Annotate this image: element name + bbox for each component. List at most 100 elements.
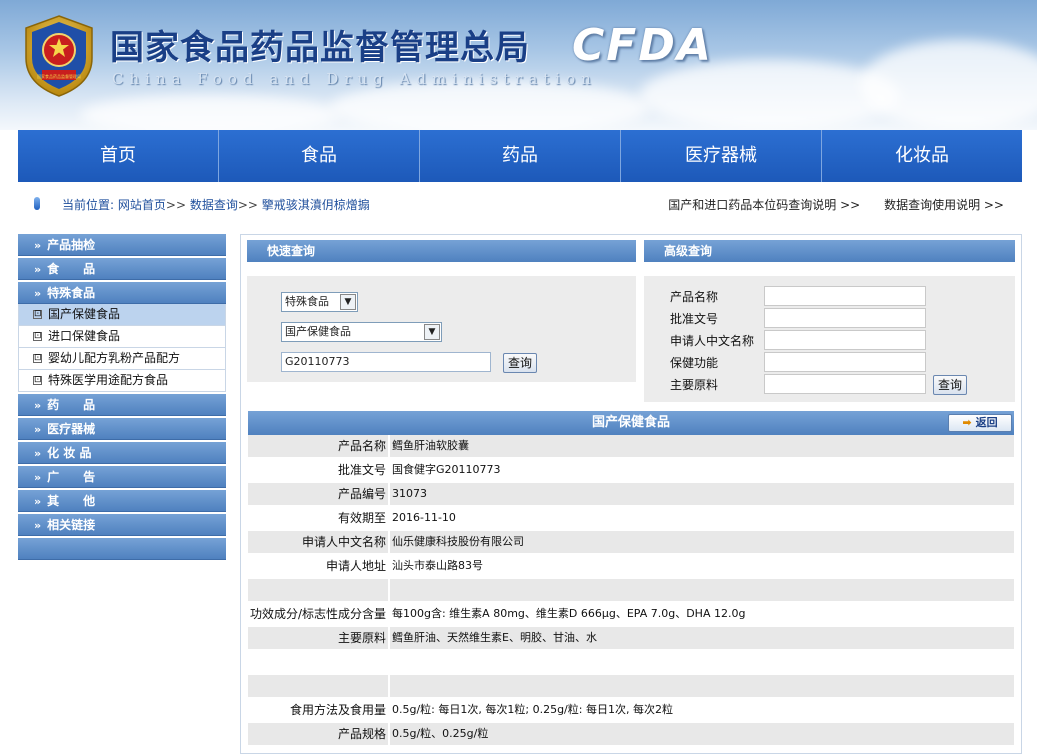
table-row	[248, 579, 1014, 603]
sidebar-item-sampling[interactable]: » 产品抽检	[18, 234, 226, 256]
table-row: 产品名称 鳕鱼肝油软胶囊	[248, 435, 1014, 459]
data-query-help-link[interactable]: 数据查询使用说明 >>	[884, 198, 1004, 212]
site-subtitle: China Food and Drug Administration	[112, 70, 597, 88]
field-label: 功效成分/标志性成分含量	[249, 607, 386, 621]
field-label: 有效期至	[337, 511, 386, 525]
main-panel: 快速查询 特殊食品 ▼ 国产保健食品 ▼ G20110773 查询 高级查询 产…	[240, 234, 1022, 754]
chevron-down-icon: ▼	[340, 294, 356, 310]
nav-item-food[interactable]: 食品	[219, 130, 420, 182]
field-label: 产品规格	[337, 727, 386, 741]
advanced-search-panel: 产品名称 批准文号 申请人中文名称 保健功能 主要原料 查询	[644, 276, 1015, 402]
field-value: 0.5g/粒、0.25g/粒	[388, 723, 1014, 745]
nav-item-drug[interactable]: 药品	[420, 130, 621, 182]
field-value: 2016-11-10	[388, 507, 1014, 529]
table-row: 食用方法及食用量 0.5g/粒: 每日1次, 每次1粒; 0.25g/粒: 每日1…	[248, 699, 1014, 723]
sidebar-item-medical-device[interactable]: » 医疗器械	[18, 418, 226, 440]
sidebar-item-label: 化 妆 品	[47, 446, 92, 460]
keyword-input[interactable]: G20110773	[281, 352, 491, 372]
field-label: 主要原料	[337, 631, 386, 645]
quick-search-panel: 特殊食品 ▼ 国产保健食品 ▼ G20110773 查询	[247, 276, 636, 382]
table-row: 功效成分/标志性成分含量 每100g含: 维生素A 80mg、维生素D 666μg…	[248, 603, 1014, 627]
sidebar-item-related-links[interactable]: » 相关链接	[18, 514, 226, 536]
arrow-right-icon: ➡	[962, 416, 972, 429]
emblem-text: 国家食品药品监督管理局	[37, 73, 81, 79]
category-select[interactable]: 特殊食品 ▼	[281, 292, 358, 312]
expand-box-icon: ⊡	[33, 331, 42, 341]
sidebar-item-label: 医疗器械	[47, 422, 96, 436]
detail-table: 产品名称 鳕鱼肝油软胶囊 批准文号 国食健字G20110773 产品编号 31073 …	[248, 435, 1014, 747]
quick-search-button[interactable]: 查询	[503, 353, 538, 373]
advanced-search-title: 高级查询	[644, 240, 1015, 262]
help-links: 国产和进口药品本位码查询说明 >> 数据查询使用说明 >>	[648, 196, 1004, 213]
sidebar-item-advertising[interactable]: » 广 告	[18, 466, 226, 488]
sidebar-item-special-food[interactable]: » 特殊食品	[18, 282, 226, 304]
expand-box-icon: ⊡	[33, 375, 42, 385]
sidebar-item-label: 广 告	[47, 470, 96, 484]
sidebar-item-domestic-health-food[interactable]: ⊡ 国产保健食品	[18, 304, 226, 326]
drug-code-help-link[interactable]: 国产和进口药品本位码查询说明 >>	[668, 198, 860, 212]
field-label: 批准文号	[337, 463, 386, 477]
sidebar-item-label: 产品抽检	[47, 238, 96, 252]
chevron-right-icon: »	[34, 263, 42, 276]
main-nav: 首页 食品 药品 医疗器械 化妆品	[18, 130, 1022, 182]
sidebar-item-label: 其 他	[47, 494, 96, 508]
back-button[interactable]: ➡ 返回	[948, 414, 1012, 432]
applicant-name-input[interactable]	[764, 330, 926, 350]
chevron-right-icon: »	[34, 399, 42, 412]
back-button-label: 返回	[975, 416, 998, 429]
field-label: 申请人中文名称	[301, 535, 386, 549]
field-value	[388, 651, 1014, 673]
quick-search-title: 快速查询	[247, 240, 636, 262]
field-value: 仙乐健康科技股份有限公司	[388, 531, 1014, 553]
sidebar-item-cosmetics[interactable]: » 化 妆 品	[18, 442, 226, 464]
field-value: 国食健字G20110773	[388, 459, 1014, 481]
breadcrumb-query-link[interactable]: 数据查询	[190, 198, 238, 212]
sidebar-item-drug[interactable]: » 药 品	[18, 394, 226, 416]
location-pin-icon	[34, 197, 40, 210]
subcategory-select[interactable]: 国产保健食品 ▼	[281, 322, 442, 342]
sidebar-item-label: 国产保健食品	[48, 307, 121, 321]
nav-item-medical-device[interactable]: 医疗器械	[621, 130, 822, 182]
chevron-right-icon: »	[34, 471, 42, 484]
breadcrumb-separator: >>	[237, 198, 258, 212]
nav-item-cosmetics[interactable]: 化妆品	[822, 130, 1022, 182]
table-row	[248, 651, 1014, 675]
national-emblem-icon: 国家食品药品监督管理局	[25, 15, 93, 97]
breadcrumb: 当前位置: 网站首页>> 数据查询>> 擥戒骇淇濆仴椋熷搧	[62, 196, 370, 213]
sidebar-item-label: 药 品	[47, 398, 96, 412]
subcategory-select-value: 国产保健食品	[285, 325, 351, 338]
sidebar-item-imported-health-food[interactable]: ⊡ 进口保健食品	[18, 326, 226, 348]
product-name-input[interactable]	[764, 286, 926, 306]
table-row: 有效期至 2016-11-10	[248, 507, 1014, 531]
approval-number-input[interactable]	[764, 308, 926, 328]
detail-title: 国产保健食品	[591, 415, 670, 430]
nav-item-home[interactable]: 首页	[18, 130, 219, 182]
field-label	[248, 675, 388, 697]
site-title: 国家食品药品监督管理总局	[110, 28, 530, 68]
cloud-decoration	[860, 40, 1037, 130]
sidebar-item-label: 婴幼儿配方乳粉产品配方	[48, 351, 181, 365]
table-row	[248, 675, 1014, 699]
breadcrumb-home-link[interactable]: 网站首页	[118, 198, 166, 212]
main-ingredients-label: 主要原料	[670, 378, 719, 392]
sidebar-item-infant-formula[interactable]: ⊡ 婴幼儿配方乳粉产品配方	[18, 348, 226, 370]
field-label	[248, 651, 388, 673]
sidebar-item-food[interactable]: » 食 品	[18, 258, 226, 280]
main-ingredients-input[interactable]	[764, 374, 926, 394]
approval-number-label: 批准文号	[670, 312, 719, 326]
chevron-right-icon: »	[34, 519, 42, 532]
chevron-right-icon: »	[34, 423, 42, 436]
field-label: 产品名称	[337, 439, 386, 453]
advanced-search-button[interactable]: 查询	[933, 375, 968, 395]
health-function-label: 保健功能	[670, 356, 719, 370]
breadcrumb-current[interactable]: 擥戒骇淇濆仴椋熷搧	[262, 198, 370, 212]
breadcrumb-bar: 当前位置: 网站首页>> 数据查询>> 擥戒骇淇濆仴椋熷搧 国产和进口药品本位码…	[18, 188, 1022, 220]
sidebar-item-label: 食 品	[47, 262, 96, 276]
chevron-down-icon: ▼	[424, 324, 440, 340]
health-function-input[interactable]	[764, 352, 926, 372]
field-label: 申请人地址	[325, 559, 386, 573]
field-label	[248, 579, 388, 601]
sidebar-item-label: 进口保健食品	[48, 329, 121, 343]
sidebar-item-medical-formula-food[interactable]: ⊡ 特殊医学用途配方食品	[18, 370, 226, 392]
sidebar-item-other[interactable]: » 其 他	[18, 490, 226, 512]
